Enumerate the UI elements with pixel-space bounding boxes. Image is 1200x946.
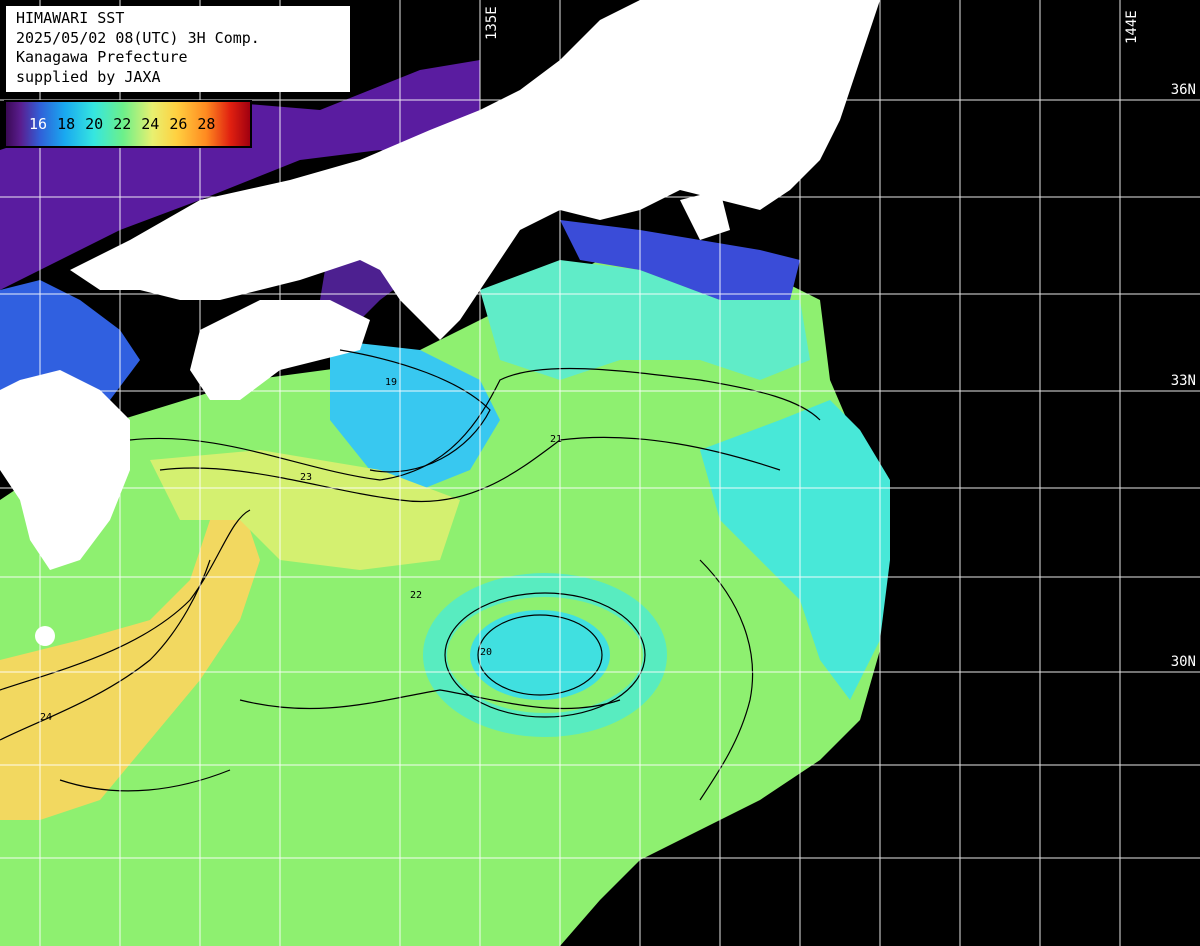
colorbar-tick-20: 20 <box>85 115 104 133</box>
contour-label-23: 23 <box>300 472 312 483</box>
lat-label-36n: 36N <box>1170 82 1196 98</box>
lon-label-144e: 144E <box>1124 10 1140 44</box>
sst-map-view: 19 20 21 22 23 24 HIMAWARI SST 2025/05/0… <box>0 0 1200 946</box>
contour-label-21: 21 <box>550 434 562 445</box>
colorbar-tick-28: 28 <box>197 115 216 133</box>
lon-label-135e: 135E <box>484 6 500 40</box>
contour-label-22: 22 <box>410 590 422 601</box>
info-title: HIMAWARI SST <box>16 9 125 27</box>
lat-label-33n: 33N <box>1170 373 1196 389</box>
colorbar-tick-18: 18 <box>57 115 76 133</box>
contour-label-19: 19 <box>385 377 397 388</box>
info-datetime: 2025/05/02 08(UTC) 3H Comp. <box>16 28 260 47</box>
lat-label-30n: 30N <box>1170 654 1196 670</box>
temperature-colorbar: 16 18 20 22 24 26 28 <box>4 100 252 148</box>
info-provider: Kanagawa Prefecture <box>16 48 188 66</box>
colorbar-tick-24: 24 <box>141 115 160 133</box>
contour-label-20: 20 <box>480 647 492 658</box>
colorbar-tick-16: 16 <box>29 115 48 133</box>
land-island-south <box>35 626 55 646</box>
info-source: supplied by JAXA <box>16 67 161 86</box>
contour-label-24: 24 <box>40 712 52 723</box>
colorbar-tick-26: 26 <box>169 115 188 133</box>
colorbar-tick-22: 22 <box>113 115 132 133</box>
map-info-box: HIMAWARI SST 2025/05/02 08(UTC) 3H Comp.… <box>6 6 350 92</box>
